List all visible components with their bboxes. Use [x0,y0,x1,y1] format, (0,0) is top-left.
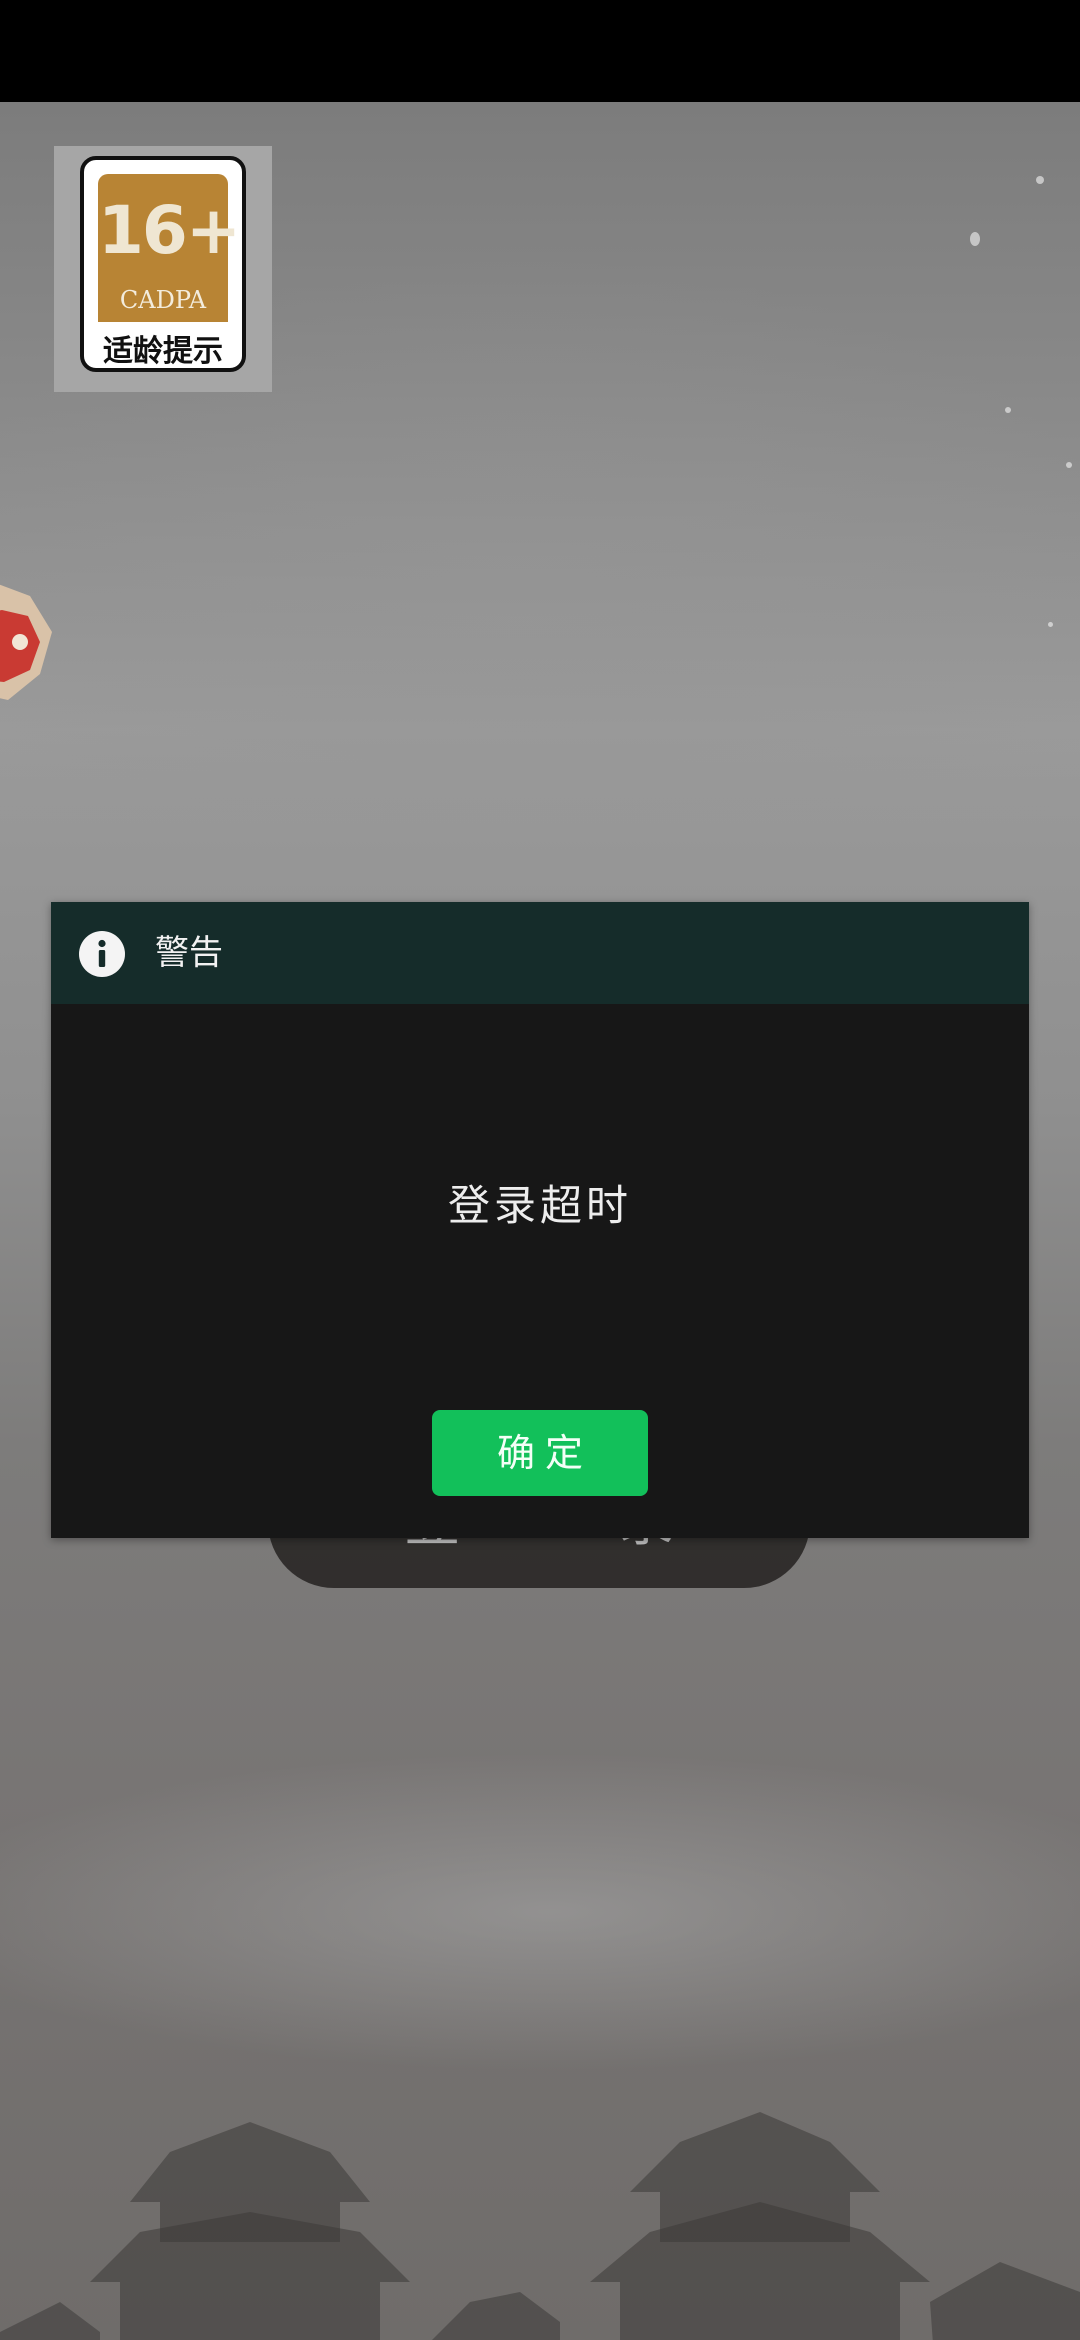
side-float-icon [0,584,52,700]
dialog-header: 警告 [51,902,1029,1004]
snowflake [1005,407,1011,413]
info-icon [79,931,125,977]
age-rating-caption: 适龄提示 [103,334,223,369]
age-rating-frame: 16+ CADPA 适龄提示 [80,156,246,372]
snowflake [1066,462,1072,468]
status-bar [0,0,1080,102]
palace-silhouette [0,2112,1080,2340]
confirm-button[interactable]: 确定 [432,1410,648,1496]
snowflake [1048,622,1053,627]
age-rating-panel: 16+ CADPA [98,174,241,322]
side-float-icon[interactable] [0,582,58,706]
screen: 16+ CADPA 适龄提示 登 录 警告 登录超时 确定 [0,0,1080,2340]
age-rating-badge: 16+ CADPA 适龄提示 [54,146,272,392]
snowflake [970,232,980,246]
snowflake [1036,176,1044,184]
dialog-title: 警告 [155,933,223,973]
age-rating-number: 16+ [98,192,241,269]
age-rating-org: CADPA [119,286,207,314]
dialog-message: 登录超时 [447,1181,632,1230]
